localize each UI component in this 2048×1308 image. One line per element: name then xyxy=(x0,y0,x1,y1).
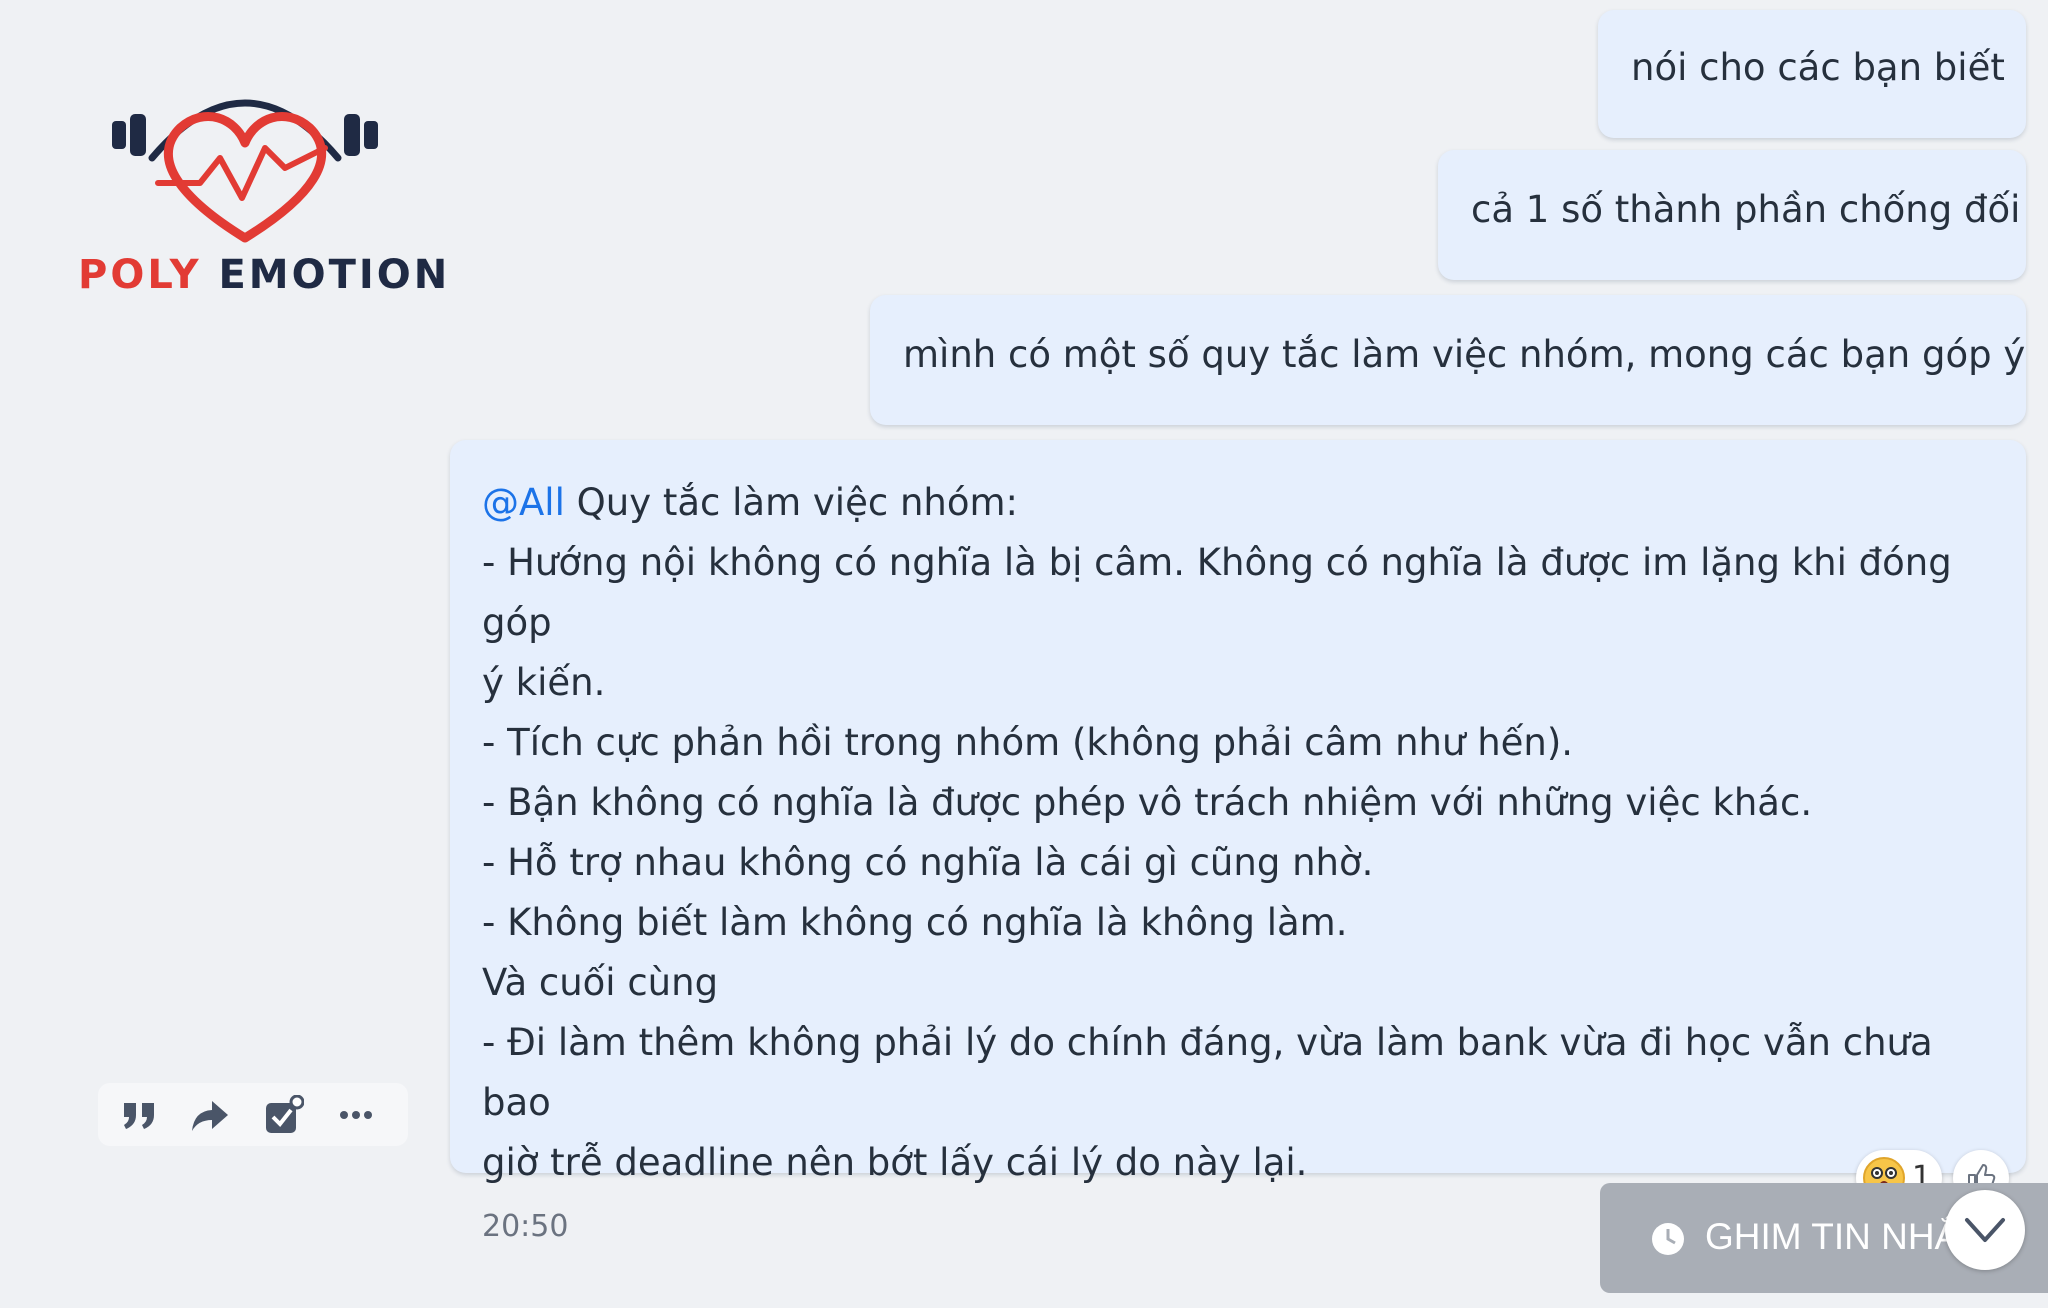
heading-text: Quy tắc làm việc nhóm: xyxy=(564,481,1018,524)
rule-line: - Hướng nội không có nghĩa là bị câm. Kh… xyxy=(482,541,1952,644)
message-bubble[interactable]: nói cho các bạn biết xyxy=(1598,10,2026,138)
mention-all-link[interactable]: @All xyxy=(482,481,565,524)
rule-line: ý kiến. xyxy=(482,661,606,704)
message-action-bar xyxy=(98,1083,408,1146)
quote-icon[interactable] xyxy=(120,1095,160,1135)
pin-message-label: GHIM TIN NHẮN xyxy=(1705,1216,1986,1257)
brand-name: POLY EMOTION xyxy=(78,252,450,298)
message-heading: @All Quy tắc làm việc nhóm: xyxy=(482,473,2006,533)
rule-line: Và cuối cùng xyxy=(482,961,719,1004)
rule-line: - Tích cực phản hồi trong nhóm (không ph… xyxy=(482,721,1574,764)
clock-icon xyxy=(1652,1223,1684,1255)
message-text: cả 1 số thành phần chống đối xyxy=(1471,188,2021,231)
message-bubble[interactable]: cả 1 số thành phần chống đối xyxy=(1438,150,2026,280)
forward-icon[interactable] xyxy=(190,1095,230,1135)
brand-word-emotion: EMOTION xyxy=(218,252,451,298)
scroll-down-button[interactable] xyxy=(1945,1190,2025,1270)
chevron-down-icon xyxy=(1965,1218,2005,1242)
message-bubble[interactable]: mình có một số quy tắc làm việc nhóm, mo… xyxy=(870,295,2026,425)
rule-line: - Đi làm thêm không phải lý do chính đán… xyxy=(482,1021,1933,1124)
create-task-icon[interactable] xyxy=(264,1095,304,1135)
more-icon[interactable] xyxy=(336,1095,376,1135)
rule-line: - Hỗ trợ nhau không có nghĩa là cái gì c… xyxy=(482,841,1374,884)
brand-word-poly: POLY xyxy=(78,252,202,298)
message-text: mình có một số quy tắc làm việc nhóm, mo… xyxy=(903,333,2026,376)
rule-line: - Bận không có nghĩa là được phép vô trá… xyxy=(482,781,1813,824)
rule-line: - Không biết làm không có nghĩa là không… xyxy=(482,901,1348,944)
pinned-rules-message[interactable]: @All Quy tắc làm việc nhóm: - Hướng nội … xyxy=(450,440,2026,1244)
message-text: nói cho các bạn biết xyxy=(1631,46,2005,89)
